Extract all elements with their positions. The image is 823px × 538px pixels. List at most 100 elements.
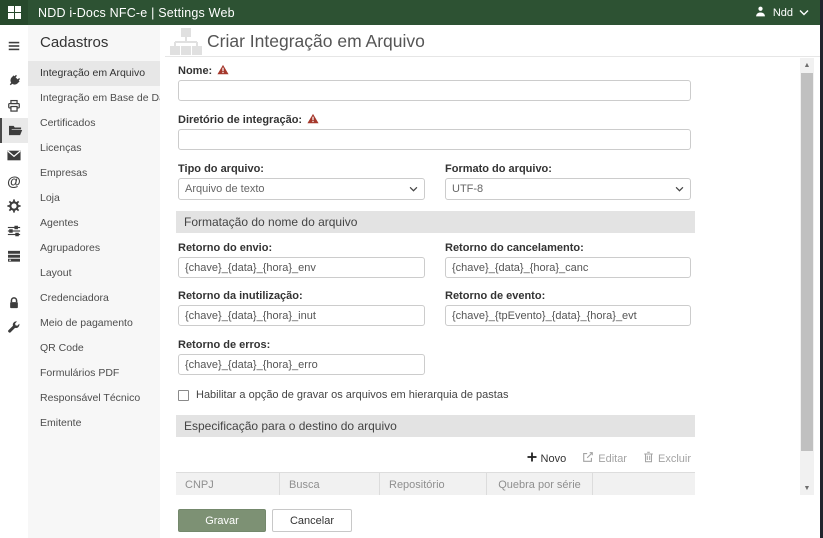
app-logo[interactable] [0, 0, 28, 25]
formato-arquivo-label: Formato do arquivo: [445, 162, 691, 176]
formato-arquivo-value: UTF-8 [452, 183, 483, 195]
sidebar-item-emitente[interactable]: Emitente [28, 411, 160, 436]
page-title: Criar Integração em Arquivo [207, 31, 425, 52]
nome-label-row: Nome: [178, 64, 697, 78]
sidebar-item-integracao-em-arquivo[interactable]: Integração em Arquivo [28, 61, 160, 86]
icon-rail: @ [0, 25, 28, 538]
destino-toolbar: Novo Editar Excluir [178, 451, 691, 466]
menu-icon [7, 39, 21, 53]
hierarquia-checkbox[interactable] [178, 390, 189, 401]
rail-item-folder-open[interactable] [0, 118, 28, 143]
col-header-busca: Busca [280, 473, 380, 495]
server-icon [7, 250, 21, 262]
rail-item-gear[interactable] [0, 193, 28, 218]
gravar-button[interactable]: Gravar [178, 509, 266, 532]
sidebar-item-licencas[interactable]: Licenças [28, 136, 160, 161]
diretorio-label-row: Diretório de integração: [178, 113, 697, 127]
retorno-cancelamento-input[interactable] [445, 257, 691, 278]
rail-item-sliders[interactable] [0, 218, 28, 243]
tipo-arquivo-select[interactable]: Arquivo de texto [178, 178, 425, 200]
chevron-down-icon [799, 7, 809, 19]
sidebar-item-credenciadora[interactable]: Credenciadora [28, 286, 160, 311]
rail-item-server[interactable] [0, 243, 28, 268]
app-title: NDD i-Docs NFC-e | Settings Web [38, 6, 235, 20]
destino-table: CNPJ Busca Repositório Quebra por série [176, 472, 695, 495]
trash-icon [643, 451, 654, 466]
nome-input[interactable] [178, 80, 691, 101]
sidebar-item-responsavel-tecnico[interactable]: Responsável Técnico [28, 386, 160, 411]
section-especificacao: Especificação para o destino do arquivo [176, 415, 695, 437]
form-footer: Gravar Cancelar [165, 495, 820, 538]
scroll-up-arrow-icon[interactable]: ▲ [800, 58, 814, 72]
plug-icon [7, 74, 21, 88]
excluir-button[interactable]: Excluir [643, 451, 691, 466]
sidebar-item-loja[interactable]: Loja [28, 186, 160, 211]
sidebar-item-agentes[interactable]: Agentes [28, 211, 160, 236]
printer-icon [7, 99, 21, 113]
rail-item-plug[interactable] [0, 68, 28, 93]
sidebar-item-integracao-em-base-de-dados[interactable]: Integração em Base de Dados [28, 86, 160, 111]
retorno-evento-input[interactable] [445, 305, 691, 326]
tipo-arquivo-value: Arquivo de texto [185, 183, 265, 195]
gear-icon [7, 199, 21, 213]
editar-label: Editar [598, 453, 627, 465]
formato-arquivo-select[interactable]: UTF-8 [445, 178, 691, 200]
rail-item-mail[interactable] [0, 143, 28, 168]
col-header-empty [593, 473, 695, 495]
chevron-down-icon [409, 183, 418, 195]
retorno-erros-label: Retorno de erros: [178, 338, 425, 352]
col-header-quebra-por-serie: Quebra por série [487, 473, 593, 495]
diretorio-input[interactable] [178, 129, 691, 150]
user-name: Ndd [773, 7, 793, 19]
cancelar-button[interactable]: Cancelar [272, 509, 352, 532]
at-icon: @ [7, 173, 21, 189]
warning-icon [307, 113, 319, 127]
col-header-repositorio: Repositório [380, 473, 487, 495]
app-window: NDD i-Docs NFC-e | Settings Web Ndd [0, 0, 823, 538]
integration-form: Nome: Diretório de integração: Tipo do a… [165, 58, 697, 495]
form-scroll-area: Nome: Diretório de integração: Tipo do a… [165, 58, 798, 495]
retorno-erros-input[interactable] [178, 354, 425, 375]
sidebar-item-layout[interactable]: Layout [28, 261, 160, 286]
sidebar-menu: Integração em Arquivo Integração em Base… [28, 61, 160, 436]
tipo-arquivo-label: Tipo do arquivo: [178, 162, 425, 176]
user-icon [754, 5, 767, 21]
chevron-down-icon [675, 183, 684, 195]
sidebar-item-meio-de-pagamento[interactable]: Meio de pagamento [28, 311, 160, 336]
retorno-envio-input[interactable] [178, 257, 425, 278]
folder-open-icon [8, 124, 23, 137]
nome-label: Nome: [178, 65, 212, 77]
ndd-logo-icon [8, 6, 21, 19]
col-header-cnpj: CNPJ [176, 473, 280, 495]
mail-icon [7, 150, 21, 161]
novo-button[interactable]: Novo [527, 452, 567, 465]
novo-label: Novo [541, 453, 567, 465]
destino-table-header: CNPJ Busca Repositório Quebra por série [176, 473, 695, 495]
sidebar-item-qr-code[interactable]: QR Code [28, 336, 160, 361]
rail-item-printer[interactable] [0, 93, 28, 118]
scrollbar-thumb[interactable] [801, 73, 813, 451]
sidebar-item-agrupadores[interactable]: Agrupadores [28, 236, 160, 261]
sidebar-header: Cadastros [28, 25, 160, 61]
vertical-scrollbar[interactable]: ▲ ▼ [800, 58, 814, 495]
retorno-inutilizacao-input[interactable] [178, 305, 425, 326]
editar-button[interactable]: Editar [582, 451, 627, 466]
lock-icon [8, 296, 20, 310]
wrench-icon [7, 321, 21, 335]
rail-item-lock[interactable] [0, 290, 28, 315]
retorno-inutilizacao-label: Retorno da inutilização: [178, 289, 425, 303]
rail-item-menu[interactable] [0, 33, 28, 58]
retorno-cancelamento-label: Retorno do cancelamento: [445, 241, 691, 255]
user-menu[interactable]: Ndd [754, 5, 809, 21]
sidebar-item-formularios-pdf[interactable]: Formulários PDF [28, 361, 160, 386]
retorno-evento-label: Retorno de evento: [445, 289, 691, 303]
plus-icon [527, 452, 537, 465]
diretorio-label: Diretório de integração: [178, 114, 302, 126]
rail-item-at[interactable]: @ [0, 168, 28, 193]
scroll-down-arrow-icon[interactable]: ▼ [800, 481, 814, 495]
rail-item-wrench[interactable] [0, 315, 28, 340]
sidebar: Cadastros Integração em Arquivo Integraç… [28, 25, 160, 538]
sidebar-item-empresas[interactable]: Empresas [28, 161, 160, 186]
sidebar-item-certificados[interactable]: Certificados [28, 111, 160, 136]
retorno-envio-label: Retorno do envio: [178, 241, 425, 255]
